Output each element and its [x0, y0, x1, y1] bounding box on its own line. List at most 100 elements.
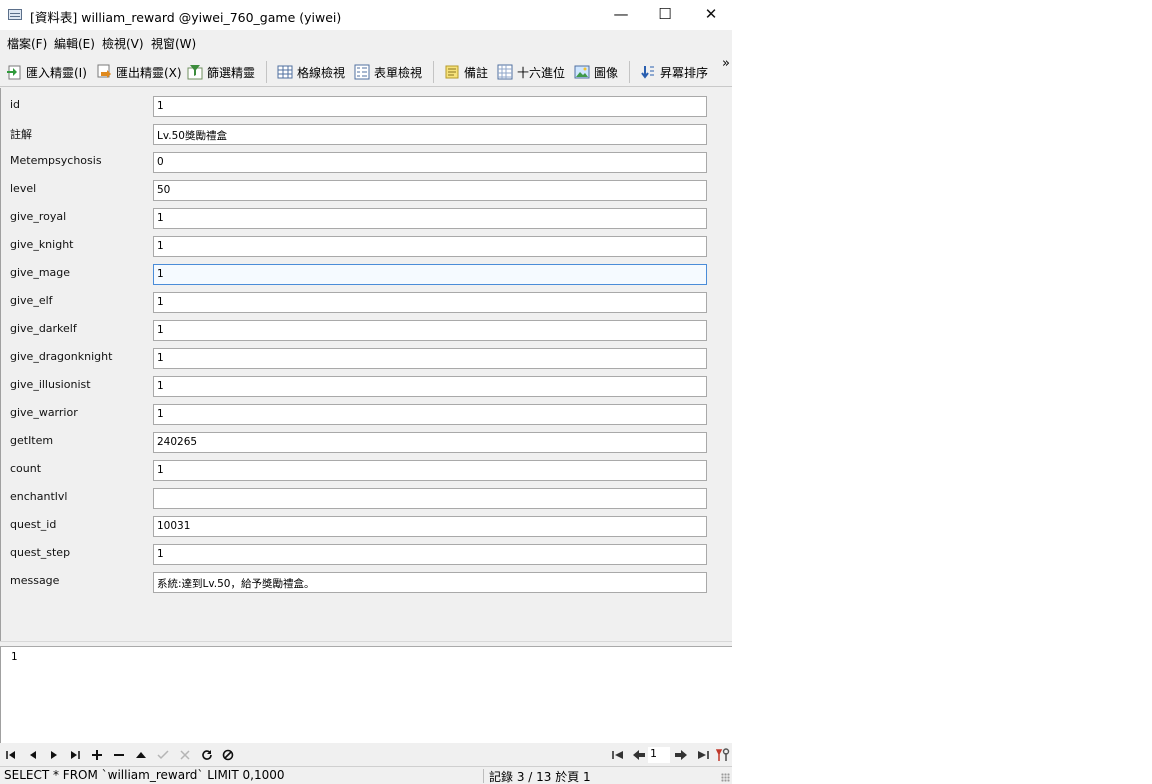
field-label-comment: 註解: [10, 128, 32, 141]
minus-icon: [114, 754, 124, 756]
field-input-quest-id[interactable]: 10031: [153, 516, 707, 537]
delete-record-button[interactable]: [110, 746, 128, 764]
first-record-button[interactable]: [2, 746, 20, 764]
field-label-id: id: [10, 98, 21, 111]
first-page-icon: [612, 751, 623, 759]
maximize-button[interactable]: ☐: [642, 0, 688, 30]
form-view-label: 表單檢視: [374, 65, 423, 80]
status-sql-query: SELECT * FROM `william_reward` LIMIT 0,1…: [4, 768, 285, 782]
image-button[interactable]: 圖像: [574, 61, 618, 83]
stop-icon: [222, 749, 234, 761]
field-input-quest-step[interactable]: 1: [153, 544, 707, 565]
close-button[interactable]: ✕: [688, 0, 732, 30]
export-icon: [96, 64, 112, 80]
apply-changes-button[interactable]: [154, 746, 172, 764]
field-input-id[interactable]: 1: [153, 96, 707, 117]
memo-button[interactable]: 備註: [444, 61, 488, 83]
navicat-table-window: [資料表] william_reward @yiwei_760_game (yi…: [0, 0, 732, 784]
import-wizard-button[interactable]: 匯入精靈(I): [6, 61, 87, 83]
toolbar: 匯入精靈(I) 匯出精靈(X) 篩選精靈 格線檢視 表單檢視 備註 十六進位 圖…: [0, 56, 732, 87]
field-input-give-knight[interactable]: 1: [153, 236, 707, 257]
field-label-give-elf: give_elf: [10, 294, 53, 307]
prev-page-button[interactable]: [630, 746, 648, 764]
field-label-getitem: getItem: [10, 434, 54, 447]
settings-button[interactable]: [714, 746, 732, 764]
field-input-give-elf[interactable]: 1: [153, 292, 707, 313]
field-input-give-royal[interactable]: 1: [153, 208, 707, 229]
add-record-button[interactable]: [88, 746, 106, 764]
field-label-level: level: [10, 182, 37, 195]
menu-bar: 檔案(F) 編輯(E) 檢視(V) 視窗(W): [0, 31, 732, 55]
triangle-up-icon: [136, 752, 146, 758]
menu-file[interactable]: 檔案(F): [7, 35, 47, 52]
first-page-button[interactable]: [609, 746, 627, 764]
window-title: [資料表] william_reward @yiwei_760_game (yi…: [30, 10, 342, 25]
title-bar: [資料表] william_reward @yiwei_760_game (yi…: [0, 0, 732, 30]
import-icon: [6, 64, 22, 80]
hex-button[interactable]: 十六進位: [497, 61, 565, 83]
next-page-button[interactable]: [672, 746, 690, 764]
prev-record-icon: [30, 751, 36, 759]
last-record-icon: [71, 751, 80, 759]
filter-wizard-label: 篩選精靈: [207, 65, 256, 80]
check-icon: [157, 750, 169, 760]
field-label-give-dragonknight: give_dragonknight: [10, 350, 113, 363]
status-record-position: 記錄 3 / 13 於頁 1: [489, 770, 591, 784]
toolbar-separator: [629, 61, 630, 83]
resize-grip[interactable]: [721, 773, 730, 782]
export-wizard-button[interactable]: 匯出精靈(X): [96, 61, 182, 83]
filter-wizard-button[interactable]: 篩選精靈: [187, 61, 255, 83]
last-page-button[interactable]: [694, 746, 712, 764]
hex-icon: [497, 64, 513, 80]
tools-icon: [716, 748, 730, 761]
next-page-icon: [675, 750, 687, 760]
field-input-give-illusionist[interactable]: 1: [153, 376, 707, 397]
menu-window[interactable]: 視窗(W): [151, 35, 196, 52]
field-input-metempsychosis[interactable]: 0: [153, 152, 707, 173]
field-input-level[interactable]: 50: [153, 180, 707, 201]
field-input-message[interactable]: 系統:達到Lv.50，給予獎勵禮盒。: [153, 572, 707, 593]
toolbar-overflow-chevron[interactable]: »: [722, 56, 730, 71]
record-navigator: 1: [0, 744, 732, 766]
cross-icon: [180, 750, 190, 760]
next-record-button[interactable]: [45, 746, 63, 764]
sort-ascending-icon: [640, 64, 656, 80]
plus-icon: [92, 750, 102, 760]
status-separator: [483, 769, 484, 783]
field-label-give-darkelf: give_darkelf: [10, 322, 77, 335]
field-input-comment[interactable]: Lv.50獎勵禮盒: [153, 124, 707, 145]
last-page-icon: [698, 751, 709, 759]
field-label-quest-id: quest_id: [10, 518, 57, 531]
menu-view[interactable]: 檢視(V): [102, 35, 144, 52]
edit-record-button[interactable]: [132, 746, 150, 764]
memo-icon: [444, 64, 460, 80]
field-input-getitem[interactable]: 240265: [153, 432, 707, 453]
field-input-give-mage[interactable]: 1: [153, 264, 707, 285]
last-record-button[interactable]: [66, 746, 84, 764]
table-icon: [8, 9, 22, 20]
menu-edit[interactable]: 編輯(E): [54, 35, 95, 52]
form-view: id 1 註解 Lv.50獎勵禮盒 Metempsychosis 0 level…: [0, 88, 732, 641]
field-label-give-royal: give_royal: [10, 210, 67, 223]
first-record-icon: [6, 751, 15, 759]
field-input-give-dragonknight[interactable]: 1: [153, 348, 707, 369]
stop-button[interactable]: [219, 746, 237, 764]
toolbar-separator: [433, 61, 434, 83]
field-value-pane[interactable]: 1: [0, 647, 732, 743]
refresh-icon: [202, 750, 212, 760]
field-input-enchantlvl[interactable]: [153, 488, 707, 509]
field-input-give-darkelf[interactable]: 1: [153, 320, 707, 341]
prev-record-button[interactable]: [24, 746, 42, 764]
field-input-count[interactable]: 1: [153, 460, 707, 481]
export-wizard-label: 匯出精靈(X): [116, 65, 182, 80]
grid-view-label: 格線檢視: [297, 65, 346, 80]
refresh-button[interactable]: [198, 746, 216, 764]
discard-changes-button[interactable]: [176, 746, 194, 764]
sort-ascending-button[interactable]: 昇冪排序: [640, 61, 708, 83]
grid-view-button[interactable]: 格線檢視: [277, 61, 345, 83]
form-view-button[interactable]: 表單檢視: [354, 61, 422, 83]
page-number-input[interactable]: 1: [648, 747, 670, 763]
next-record-icon: [51, 751, 57, 759]
field-input-give-warrior[interactable]: 1: [153, 404, 707, 425]
minimize-button[interactable]: —: [598, 0, 644, 30]
